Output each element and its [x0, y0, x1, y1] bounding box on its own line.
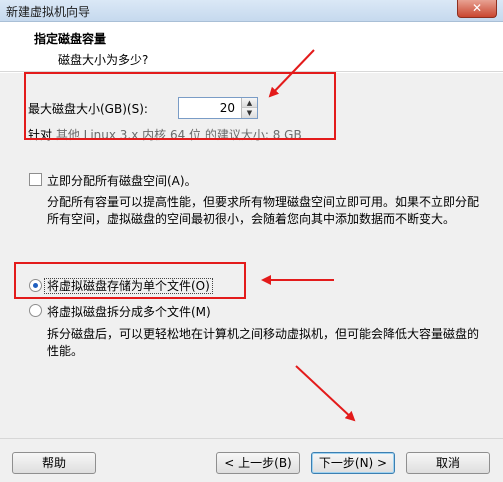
- multi-file-radio[interactable]: [29, 304, 42, 317]
- wizard-footer: 帮助 < 上一步(B) 下一步(N) > 取消: [0, 438, 503, 482]
- wizard-header: 指定磁盘容量 磁盘大小为多少?: [0, 22, 503, 72]
- cancel-button[interactable]: 取消: [406, 452, 490, 474]
- allocate-now-checkbox[interactable]: [29, 173, 42, 186]
- back-button[interactable]: < 上一步(B): [216, 452, 300, 474]
- next-button[interactable]: 下一步(N) >: [311, 452, 395, 474]
- help-button[interactable]: 帮助: [12, 452, 96, 474]
- close-icon: ✕: [471, 1, 483, 15]
- close-button[interactable]: ✕: [457, 0, 497, 18]
- annotation-box-disk-size: [24, 72, 336, 140]
- window-title: 新建虚拟机向导: [6, 5, 91, 19]
- allocate-now-label[interactable]: 立即分配所有磁盘空间(A)。: [47, 172, 197, 189]
- page-title: 指定磁盘容量: [34, 32, 107, 46]
- allocate-description: 分配所有容量可以提高性能，但要求所有物理磁盘空间立即可用。如果不立即分配所有空间…: [47, 195, 480, 226]
- multi-file-description: 拆分磁盘后，可以更轻松地在计算机之间移动虚拟机，但可能会降低大容量磁盘的性能。: [47, 327, 480, 358]
- multi-file-label[interactable]: 将虚拟磁盘拆分成多个文件(M): [47, 303, 211, 320]
- title-bar: 新建虚拟机向导 ✕: [0, 0, 503, 22]
- annotation-box-single-file: [14, 262, 246, 299]
- page-subtitle: 磁盘大小为多少?: [58, 53, 149, 67]
